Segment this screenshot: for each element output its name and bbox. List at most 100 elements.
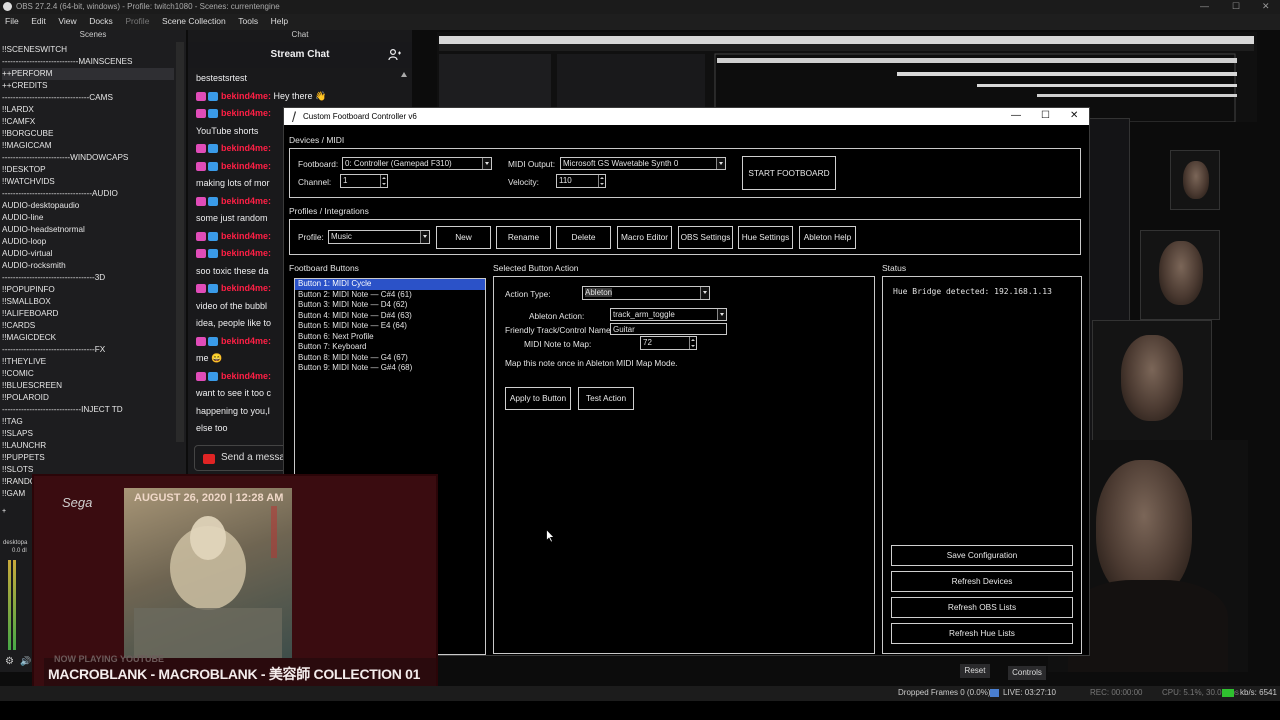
velocity-spinbox[interactable]: 110	[556, 174, 606, 188]
macro-editor-button[interactable]: Macro Editor	[617, 226, 672, 249]
action-type-select[interactable]: Ableton	[582, 286, 710, 300]
spin-arrows-icon[interactable]	[689, 337, 696, 349]
scene-item[interactable]: !!MAGICCAM	[2, 140, 174, 152]
scene-item[interactable]: AUDIO-loop	[2, 236, 174, 248]
chat-username[interactable]: bekind4me:	[221, 108, 271, 118]
midi-output-select[interactable]: Microsoft GS Wavetable Synth 0	[560, 157, 726, 170]
refresh-obs-lists-button[interactable]: Refresh OBS Lists	[891, 597, 1073, 618]
menu-edit[interactable]: Edit	[26, 14, 51, 28]
footboard-button-item[interactable]: Button 3: MIDI Note — D4 (62)	[295, 300, 485, 311]
footboard-button-item[interactable]: Button 2: MIDI Note — C#4 (61)	[295, 290, 485, 301]
scene-item[interactable]: !!THEYLIVE	[2, 356, 174, 368]
menu-help[interactable]: Help	[266, 14, 293, 28]
scene-item[interactable]: AUDIO-line	[2, 212, 174, 224]
scene-item[interactable]: --------------------------------CAMS	[2, 92, 174, 104]
menu-profile[interactable]: Profile	[120, 14, 154, 28]
scene-item[interactable]: !!TAG	[2, 416, 174, 428]
scene-item[interactable]: !!BLUESCREEN	[2, 380, 174, 392]
scene-item[interactable]: ---------------------------------AUDIO	[2, 188, 174, 200]
footboard-button-item[interactable]: Button 9: MIDI Note — G#4 (68)	[295, 363, 485, 374]
scene-item[interactable]: !!ALIFEBOARD	[2, 308, 174, 320]
friendly-name-input[interactable]: Guitar	[610, 323, 727, 335]
ableton-action-select[interactable]: track_arm_toggle	[610, 308, 727, 321]
scene-item[interactable]: !!SLAPS	[2, 428, 174, 440]
footboard-button-item[interactable]: Button 1: MIDI Cycle	[295, 279, 485, 290]
profile-select[interactable]: Music	[328, 230, 430, 244]
channel-spinbox[interactable]: 1	[340, 174, 388, 188]
chat-username[interactable]: bekind4me:	[221, 283, 271, 293]
midi-note-spinbox[interactable]: 72	[640, 336, 697, 350]
scene-item[interactable]: !!WATCHVIDS	[2, 176, 174, 188]
scene-item[interactable]: ++PERFORM	[2, 68, 174, 80]
scene-item[interactable]: -----------------------------INJECT TD	[2, 404, 174, 416]
minimize-icon[interactable]: —	[1011, 110, 1021, 121]
apply-to-button[interactable]: Apply to Button	[505, 387, 571, 410]
gear-icon[interactable]: ⚙	[5, 656, 14, 667]
ableton-help-button[interactable]: Ableton Help	[799, 226, 856, 249]
scene-item[interactable]: !!LARDX	[2, 104, 174, 116]
chat-username[interactable]: bekind4me:	[221, 91, 271, 101]
hue-settings-button[interactable]: Hue Settings	[738, 226, 793, 249]
scene-item[interactable]: AUDIO-virtual	[2, 248, 174, 260]
close-icon[interactable]: ✕	[1262, 1, 1270, 12]
controls-button[interactable]: Controls	[1008, 666, 1046, 680]
scene-item[interactable]: AUDIO-desktopaudio	[2, 200, 174, 212]
minimize-icon[interactable]: —	[1200, 1, 1209, 11]
scene-item[interactable]: ----------------------------------FX	[2, 344, 174, 356]
reset-button[interactable]: Reset	[960, 664, 990, 678]
footboard-button-item[interactable]: Button 6: Next Profile	[295, 332, 485, 343]
chat-username[interactable]: bekind4me:	[221, 248, 271, 258]
start-footboard-button[interactable]: START FOOTBOARD	[742, 156, 836, 190]
menu-scene-collection[interactable]: Scene Collection	[157, 14, 231, 28]
speaker-icon[interactable]: 🔊	[20, 656, 31, 667]
menu-view[interactable]: View	[53, 14, 81, 28]
scene-item[interactable]: !!LAUNCHR	[2, 440, 174, 452]
menu-file[interactable]: File	[0, 14, 24, 28]
refresh-devices-button[interactable]: Refresh Devices	[891, 571, 1073, 592]
obs-settings-button[interactable]: OBS Settings	[678, 226, 733, 249]
chat-username[interactable]: bekind4me:	[221, 371, 271, 381]
scene-item[interactable]: !!MAGICDECK	[2, 332, 174, 344]
scene-item[interactable]: ----------------------------MAINSCENES	[2, 56, 174, 68]
scene-item[interactable]: ----------------------------------3D	[2, 272, 174, 284]
chat-username[interactable]: bekind4me:	[221, 231, 271, 241]
menu-tools[interactable]: Tools	[233, 14, 263, 28]
scene-item[interactable]: !!DESKTOP	[2, 164, 174, 176]
scene-item[interactable]: AUDIO-headsetnormal	[2, 224, 174, 236]
scene-item[interactable]: !!CARDS	[2, 320, 174, 332]
scene-item[interactable]: !!SCENESWITCH	[2, 44, 174, 56]
footboard-button-item[interactable]: Button 7: Keyboard	[295, 342, 485, 353]
plus-icon[interactable]: +	[2, 508, 6, 515]
chat-send-input[interactable]: Send a messa	[194, 445, 288, 471]
footboard-button-item[interactable]: Button 5: MIDI Note — E4 (64)	[295, 321, 485, 332]
chat-username[interactable]: bekind4me:	[221, 196, 271, 206]
scenes-scrollbar[interactable]	[176, 42, 184, 442]
scene-item[interactable]: !!BORGCUBE	[2, 128, 174, 140]
chat-username[interactable]: bekind4me:	[221, 336, 271, 346]
save-configuration-button[interactable]: Save Configuration	[891, 545, 1073, 566]
delete-profile-button[interactable]: Delete	[556, 226, 611, 249]
scene-item[interactable]: !!CAMFX	[2, 116, 174, 128]
spin-arrows-icon[interactable]	[598, 175, 605, 187]
scene-item[interactable]: !!POPUPINFO	[2, 284, 174, 296]
refresh-hue-lists-button[interactable]: Refresh Hue Lists	[891, 623, 1073, 644]
test-action-button[interactable]: Test Action	[578, 387, 634, 410]
rename-profile-button[interactable]: Rename	[496, 226, 551, 249]
scene-item[interactable]: !!COMIC	[2, 368, 174, 380]
scene-item[interactable]: -------------------------WINDOWCAPS	[2, 152, 174, 164]
scene-item[interactable]: !!PUPPETS	[2, 452, 174, 464]
menu-docks[interactable]: Docks	[84, 14, 118, 28]
maximize-icon[interactable]: ☐	[1041, 110, 1050, 121]
chat-username[interactable]: bekind4me:	[221, 161, 271, 171]
footboard-button-item[interactable]: Button 4: MIDI Note — D#4 (63)	[295, 311, 485, 322]
chat-users-icon[interactable]	[388, 49, 402, 61]
maximize-icon[interactable]: ☐	[1232, 1, 1240, 12]
scene-item[interactable]: AUDIO-rocksmith	[2, 260, 174, 272]
footboard-button-item[interactable]: Button 8: MIDI Note — G4 (67)	[295, 353, 485, 364]
scene-item[interactable]: !!POLAROID	[2, 392, 174, 404]
scene-item[interactable]: !!SMALLBOX	[2, 296, 174, 308]
footboard-select[interactable]: 0: Controller (Gamepad F310)	[342, 157, 492, 170]
scene-item[interactable]: ++CREDITS	[2, 80, 174, 92]
chat-username[interactable]: bekind4me:	[221, 143, 271, 153]
spin-arrows-icon[interactable]	[380, 175, 387, 187]
